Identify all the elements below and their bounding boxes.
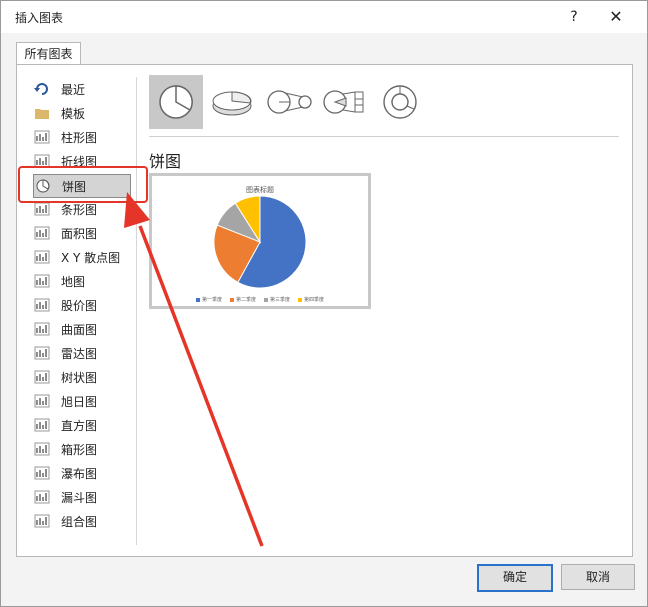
- annotation-arrow: [124, 192, 264, 547]
